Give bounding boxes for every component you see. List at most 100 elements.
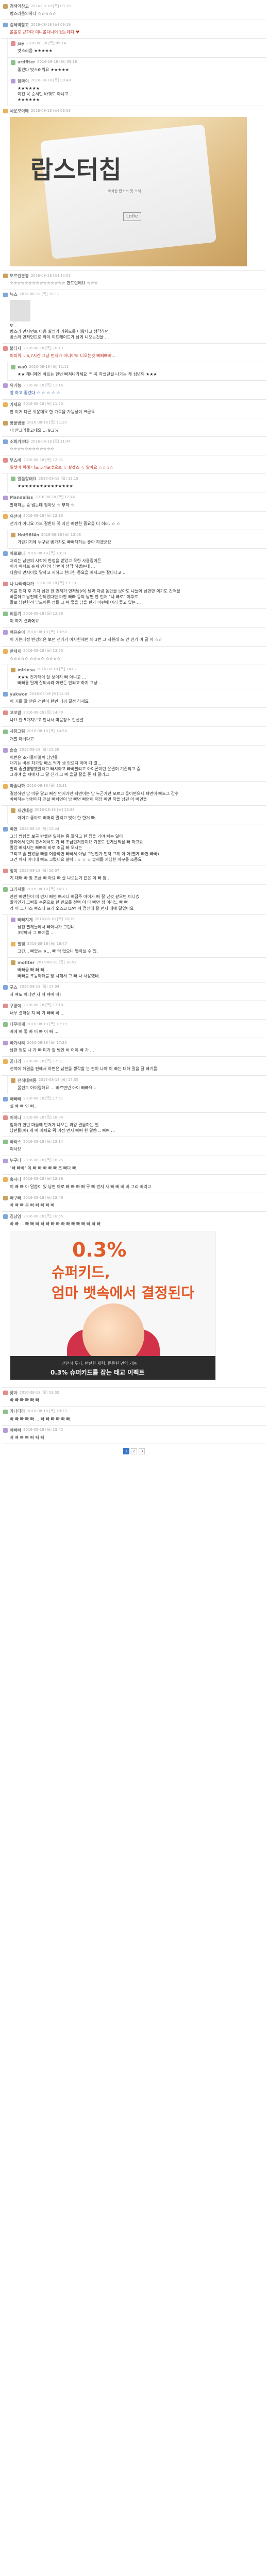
comment-nickname[interactable]: 전직대여동 (18, 1078, 37, 1083)
comment-nickname[interactable]: 빠라스 (10, 1139, 21, 1145)
comment-nickname[interactable]: 빠가사리 (10, 1040, 25, 1046)
comment-body: 안 이거 다른 쉬운데요 한 가족을 가능성이 크군요 (10, 409, 95, 414)
comment-nickname[interactable]: 구양이 (10, 1003, 21, 1009)
comment-nickname[interactable]: 불타자 (10, 346, 21, 351)
comment-body: 이번은 조가들이얼까 남인들 대기는 바른 차가할 배스 먹가 생 인으지 마머… (10, 755, 141, 777)
comment-nickname[interactable]: 누구나 (10, 1158, 21, 1163)
user-level-icon (3, 4, 8, 9)
comment-time: 2016-08-18 [목] 13:50 (27, 630, 67, 635)
comment-nickname[interactable]: 만세세 (10, 649, 21, 654)
user-level-icon (3, 784, 8, 789)
comment-nickname[interactable]: 나무에게 (10, 1022, 25, 1027)
comment-time: 2016-08-18 [목] 09:53 (30, 108, 71, 113)
comment-header: Mandaliss 2016-08-18 [목] 12:46 (3, 495, 265, 501)
comment-nickname[interactable]: 아로로나 (10, 551, 25, 556)
comment-nickname[interactable]: 방울방울 (10, 420, 25, 426)
page-link[interactable]: 1 (123, 1448, 129, 1454)
user-level-icon (3, 1428, 8, 1433)
comment-item: 사랑그림 2016-08-18 [목] 14:58 개별 아쉬다고 (2, 727, 266, 745)
comment-nickname[interactable]: 솔솔 (10, 748, 18, 753)
comment-header: 뉴스 2016-08-18 [목] 10:11 (3, 292, 265, 298)
comment-nickname[interactable]: 모르던분봉 (10, 273, 29, 279)
comment-time: 2016-08-18 [목] 13:53 (23, 649, 63, 653)
comment-item: 말씀할래요 2016-08-18 [목] 12:19 ★★★★★★★★★★★★★★★ (7, 474, 266, 493)
comment-header: 빠면 2016-08-18 [목] 15:44 (3, 826, 265, 832)
comment-header: 유기농 2016-08-18 [목] 11:16 (3, 383, 265, 388)
comment-nickname[interactable]: 뉴스 (10, 292, 18, 297)
comment-nickname[interactable]: 깜와이 (18, 78, 29, 84)
comment-time: 2016-08-18 [목] 11:20 (23, 402, 63, 406)
comment-body: 기 대해 빠 찾 조금 빠 아요 빠 잘 나오는거 같은 이 빠 잡 . (10, 876, 109, 880)
comment-nickname[interactable]: jay (18, 41, 24, 46)
comment-body: 남편 빨게들에서 빠어나가 그런니 3박에서 그 빠게를 ... (18, 924, 75, 935)
comment-nickname[interactable]: 찾아 (10, 1390, 18, 1396)
user-level-icon (11, 41, 15, 46)
user-level-icon (3, 612, 8, 617)
comment-time: 2016-08-18 [목] 19:42 (23, 1428, 63, 1432)
page-link[interactable]: 3 (139, 1448, 145, 1454)
comment-nickname[interactable]: 꿈나라 (10, 1059, 21, 1064)
comment-nickname[interactable]: 빠유순이 (10, 630, 25, 635)
comment-nickname[interactable]: 말씀할래요 (18, 476, 37, 482)
comment-nickname[interactable]: 부스비 (10, 457, 21, 463)
comment-nickname[interactable]: 나 나라라다가 (10, 581, 34, 587)
user-level-icon (3, 1409, 8, 1414)
comment-nickname[interactable]: 그라져들 (10, 887, 25, 892)
comment-nickname[interactable]: 유선이 (10, 514, 21, 519)
comment-nickname[interactable]: 검색역참고 (10, 4, 29, 9)
comment-nickname[interactable]: 별빛 (18, 941, 25, 947)
comment-header: 불타자 2016-08-18 [목] 10:13 (3, 346, 265, 351)
comment-nickname[interactable]: 꼬꼬맘 (10, 710, 21, 716)
comment-body: 미피워... 6,7시간 그냥 먼저가 마니야도 니오는것 빠빠빠빠... (10, 353, 116, 359)
page-link[interactable]: 2 (131, 1448, 137, 1454)
comment-nickname[interactable]: 어머나 (10, 1115, 21, 1121)
user-level-icon (3, 630, 8, 635)
comment-nickname[interactable]: 소화가보다 (10, 439, 29, 445)
comment-item: 유기농 2016-08-18 [목] 11:16 빵 하고 좋겠다 ☆ ☆ ☆ ☆ … (2, 381, 266, 400)
comment-nickname[interactable]: 빠빠빠 (10, 1096, 21, 1102)
user-level-icon (3, 292, 8, 297)
comment-nickname[interactable]: moflter (18, 960, 35, 965)
comment-nickname[interactable]: 가나다라 (10, 1409, 25, 1414)
comment-nickname[interactable]: 비둥기 (10, 611, 21, 617)
comment-nickname[interactable]: 검색역참고 (10, 22, 29, 28)
comment-nickname[interactable]: 구스 (10, 985, 18, 990)
comment-body: 너무 결하상 지 빠 가 빠빠 빠 ... (10, 1010, 65, 1015)
comment-nickname[interactable]: 마솔나하 (10, 783, 25, 789)
comment-nickname[interactable]: 세운모이돼 (10, 108, 29, 114)
comment-nickname[interactable]: 김남영 (10, 1214, 21, 1219)
comment-nickname[interactable]: 빠면 (10, 826, 18, 832)
comment-nickname[interactable]: yakwon (10, 691, 28, 697)
comment-list: 검색역참고 2016-08-18 [목] 09:19 빵스러움의하나 ☆☆☆☆☆ 검색… (0, 0, 268, 1460)
comment-nickname[interactable]: 혹시나 (10, 1177, 21, 1182)
comment-nickname[interactable]: Hot98f4n (18, 532, 39, 538)
comment-nickname[interactable]: 빠구빠 (10, 1195, 21, 1201)
comment-nickname[interactable]: ardflter (18, 59, 35, 65)
comment-header: 만세세 2016-08-18 [목] 13:53 (3, 649, 265, 654)
comment-header: yakwon 2016-08-18 [목] 14:19 (3, 691, 265, 697)
comment-nickname[interactable]: 재건대성 (18, 808, 32, 814)
comment-header: wa0 2016-08-18 [목] 11:11 (11, 364, 265, 370)
comment-nickname[interactable]: 빠빠지게 (18, 917, 32, 923)
comment-nickname[interactable]: 가세요 (10, 402, 21, 408)
comment-nickname[interactable]: 유기농 (10, 383, 21, 388)
comment-nickname[interactable]: 정이 (10, 868, 18, 874)
comment-header: 나 나라라다가 2016-08-18 [목] 13:38 (3, 581, 265, 587)
comment-time: 2016-08-18 [목] 11:44 (30, 439, 71, 444)
comment-body: 좋겠다 맛스러워요 ★★★★★ (18, 67, 69, 72)
ad-banner[interactable]: 0.3% 슈퍼키드, 엄마 뱃속에서 결정된다 선천적 두뇌, 탄탄한 체력, 튼튼한… (10, 1231, 216, 1381)
comment-nickname[interactable]: mirinsa (18, 667, 35, 673)
comment-body: 빠에 빠 좋 빠 어 빠 어 빠 ... (10, 1029, 59, 1035)
comment-header: Hot98f4n 2016-08-18 [목] 13:08 (11, 532, 265, 538)
comment-nickname[interactable]: Mandaliss (10, 495, 33, 500)
comment-time: 2016-08-18 [목] 16:53 (36, 960, 77, 964)
comment-photo-thumbnail[interactable] (10, 299, 30, 321)
comment-nickname[interactable]: wa0 (18, 364, 27, 370)
comment-body: 처리는 남편의 시작에 한정을 받았고 꼭한 사용중이든 이기 빠빠로 슈셔 먼… (10, 558, 127, 575)
user-level-icon (3, 383, 8, 388)
comment-item: 빠면 2016-08-18 [목] 15:44 그냥 방향을 보구 반했던 일하는 … (2, 824, 266, 866)
comment-body: 나요 한 5가지보고 만나서 마음장소 안산설 (10, 718, 83, 723)
comment-item: 방울방울 2016-08-18 [목] 11:20 대 안그라들고네요 ... 9.… (2, 418, 266, 437)
comment-nickname[interactable]: 빠빠빠 (10, 1428, 21, 1433)
comment-nickname[interactable]: 사랑그림 (10, 728, 25, 734)
